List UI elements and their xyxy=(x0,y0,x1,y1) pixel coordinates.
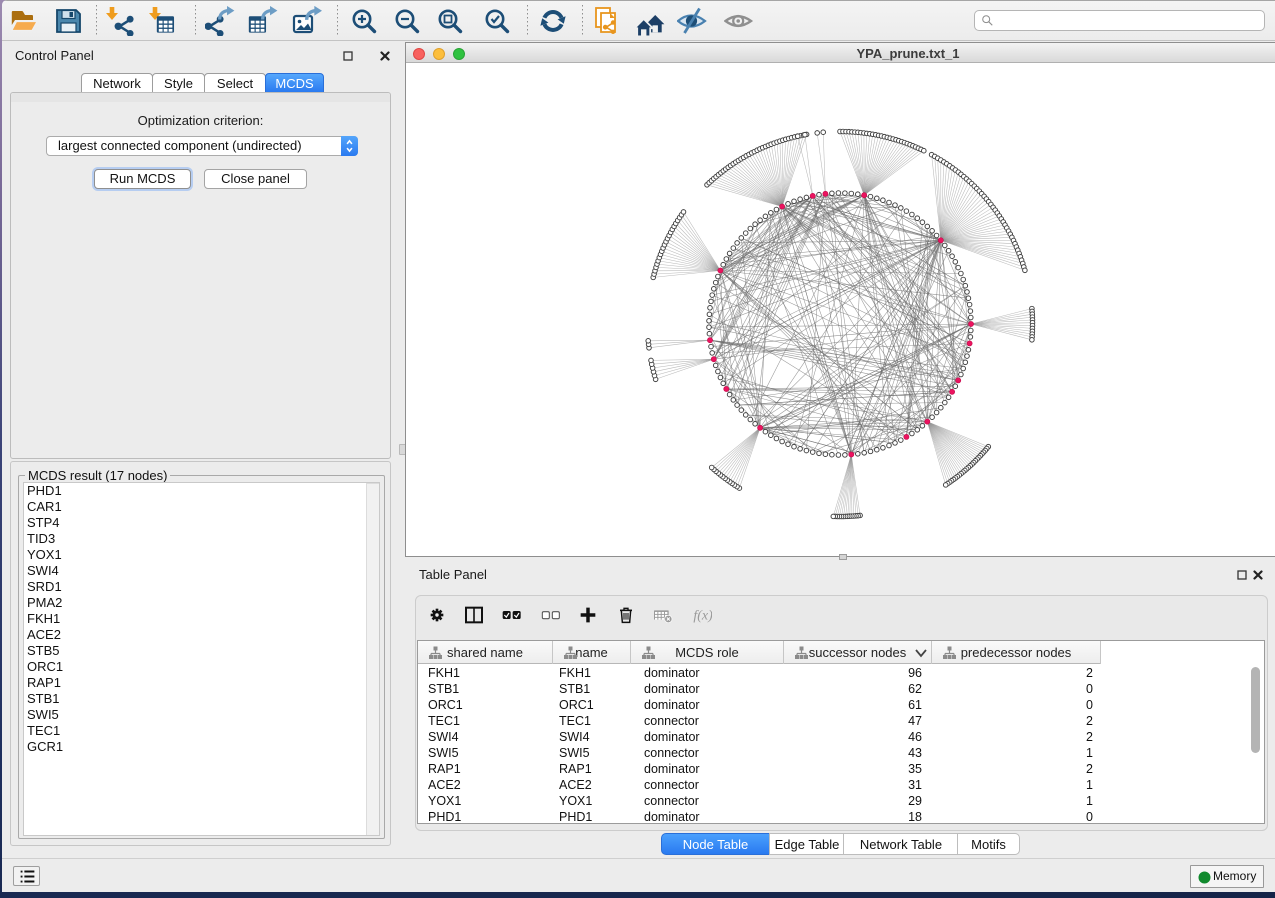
svg-text:f(x): f(x) xyxy=(693,609,712,624)
